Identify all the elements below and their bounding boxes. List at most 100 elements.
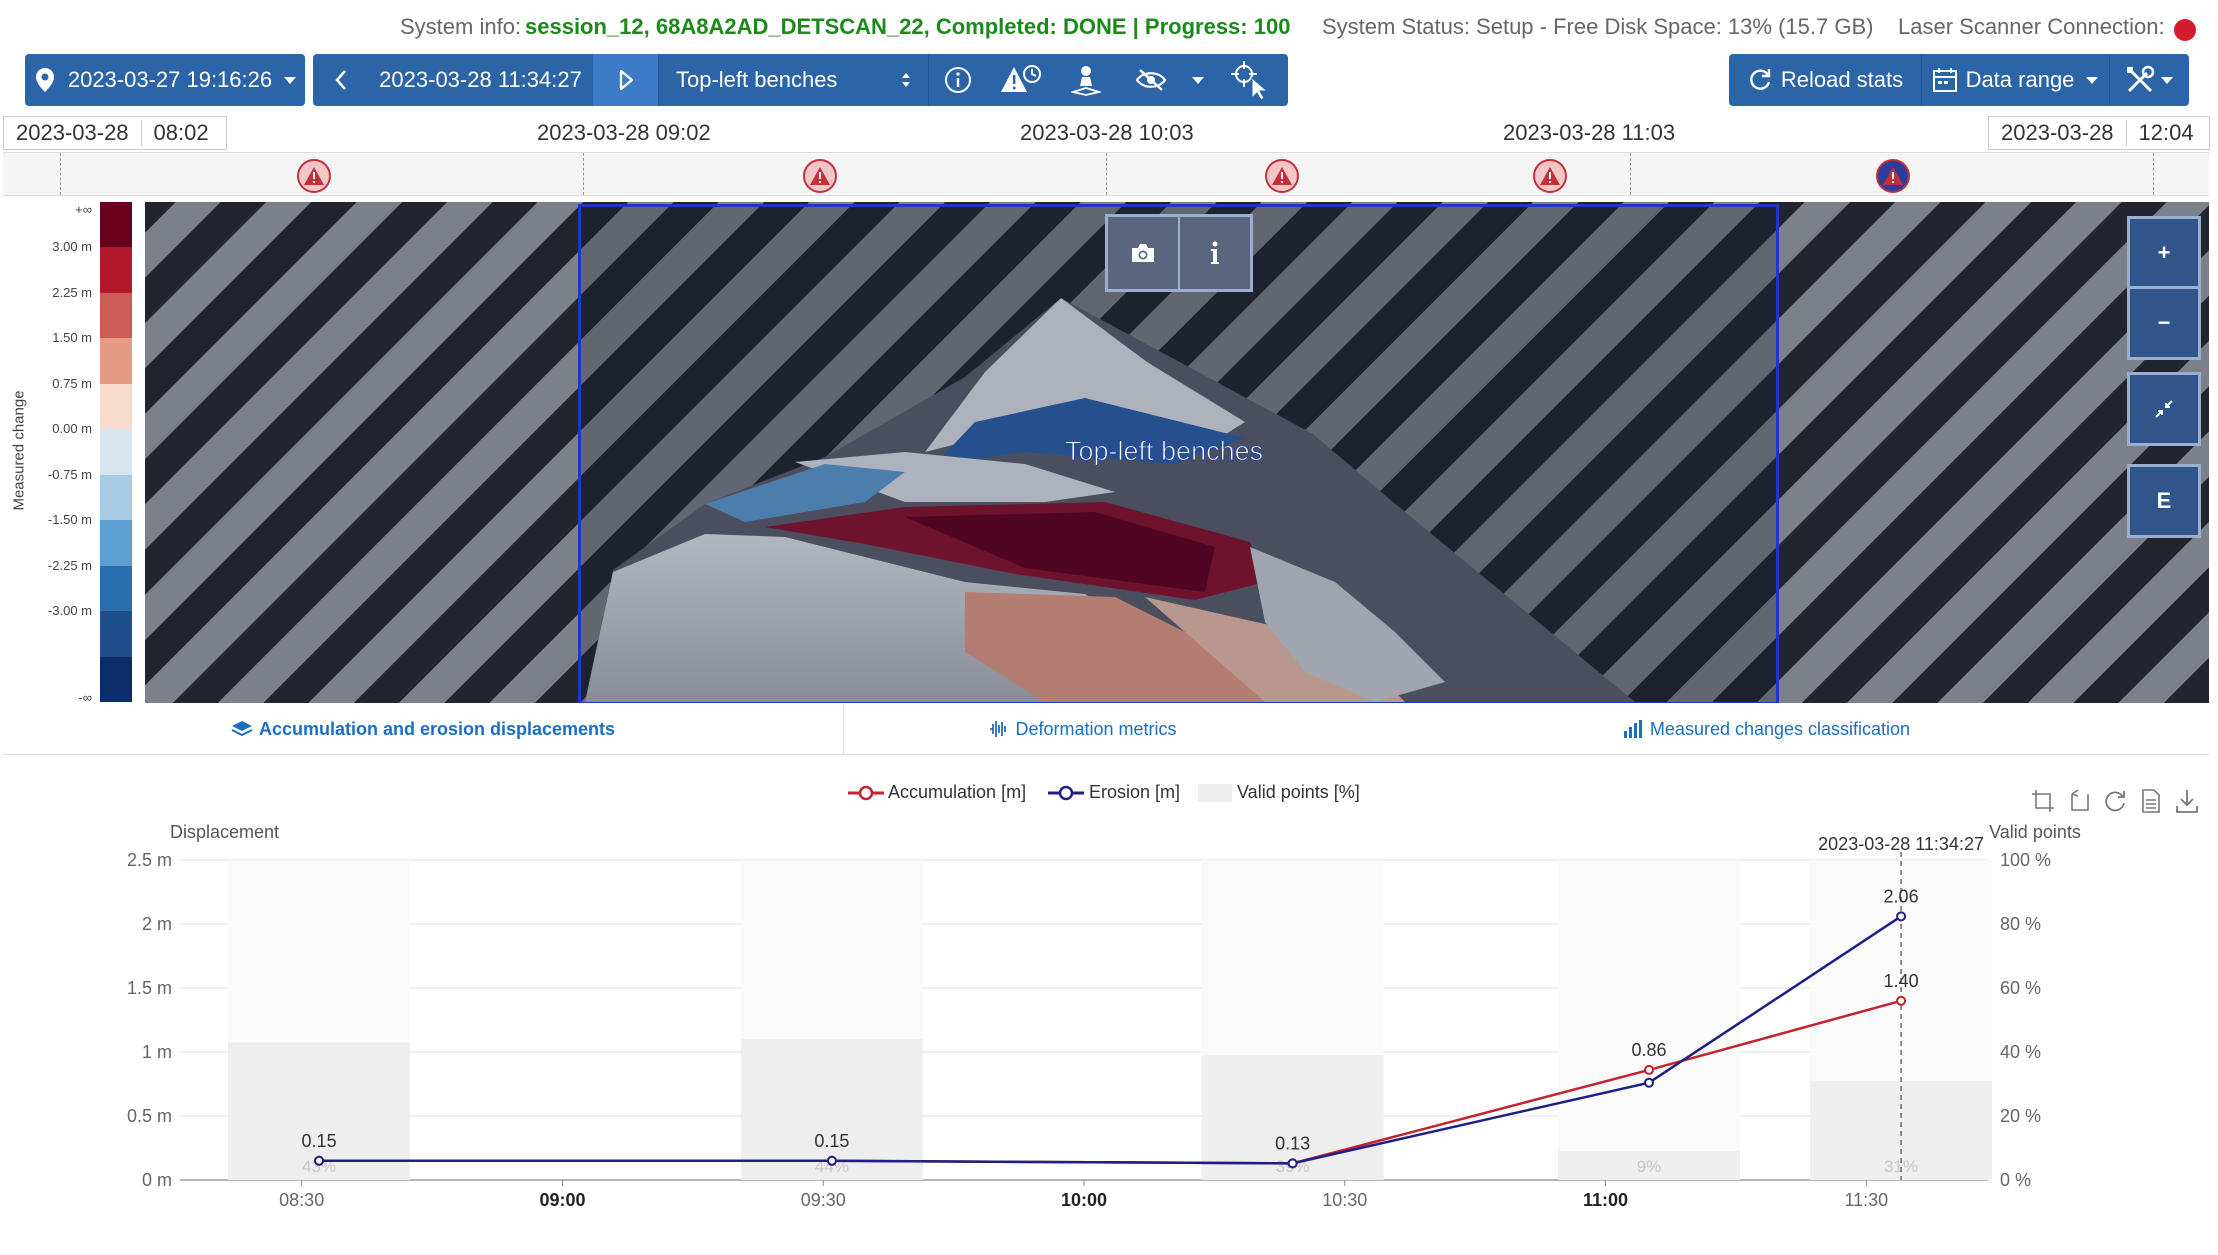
zoom-in-button[interactable]: + xyxy=(2127,216,2201,290)
restore-icon[interactable] xyxy=(2102,788,2128,814)
valid-points-label: 9% xyxy=(1637,1157,1662,1176)
erosion-point xyxy=(1287,1158,1298,1169)
color-legend-swatch xyxy=(100,611,132,658)
reload-stats-label: Reload stats xyxy=(1780,67,1904,92)
timeline-alert-marker[interactable] xyxy=(803,159,837,193)
main-toolbar: 2023-03-28 11:34:27 Top-left benches xyxy=(313,54,1288,106)
tab-deformation-metrics[interactable]: Deformation metrics xyxy=(843,704,1323,754)
timeline-start-time: 08:02 xyxy=(153,120,209,145)
map-action-group xyxy=(1105,214,1253,292)
tab-measured-changes-classification[interactable]: Measured changes classification xyxy=(1323,704,2209,754)
data-range-dropdown[interactable]: Data range xyxy=(1921,54,2109,106)
camera-icon xyxy=(1132,244,1154,262)
timeline-start-box[interactable]: 2023-03-28 08:02 xyxy=(3,116,227,150)
crosshair-cursor-icon xyxy=(1230,61,1268,100)
x-tick-label: 11:30 xyxy=(1844,1190,1888,1210)
previous-scan-button[interactable] xyxy=(313,54,368,106)
color-legend-label: 0.00 m xyxy=(52,421,92,437)
alert-clock-icon xyxy=(1000,65,1041,92)
timeline-alert-marker-selected[interactable] xyxy=(1876,159,1910,193)
zoom-reset-icon[interactable] xyxy=(2066,788,2092,814)
cursor-label: 2023-03-28 11:34:27 xyxy=(1818,834,1984,854)
system-info-bar: System info: session_12, 68A8A2AD_DETSCA… xyxy=(0,0,2218,54)
region-select[interactable]: Top-left benches xyxy=(658,54,928,106)
zoom-out-button[interactable]: − xyxy=(2127,286,2201,360)
reload-stats-button[interactable]: Reload stats xyxy=(1729,54,1921,106)
x-tick-label: 08:30 xyxy=(279,1190,324,1210)
map-view[interactable]: Top-left benches + − E xyxy=(145,202,2209,703)
alert-history-button[interactable] xyxy=(988,54,1053,106)
timeline-end-box[interactable]: 2023-03-28 12:04 xyxy=(1988,116,2210,150)
play-icon xyxy=(619,69,633,91)
data-label: 0.15 xyxy=(302,1131,337,1151)
info-button[interactable] xyxy=(928,54,988,106)
zoom-select-icon[interactable] xyxy=(2030,788,2056,814)
chevron-left-icon xyxy=(334,70,346,90)
timeline-alert-marker[interactable] xyxy=(1533,159,1567,193)
data-label: 0.13 xyxy=(1275,1133,1310,1153)
connection-status-indicator xyxy=(2174,19,2196,41)
warning-triangle-icon xyxy=(1540,167,1560,185)
color-legend-title: Measured change xyxy=(10,390,28,511)
timeline-tick-label: 2023-03-28 09:02 xyxy=(537,120,711,145)
refresh-icon xyxy=(1750,69,1771,90)
map-info-button[interactable] xyxy=(1180,217,1250,289)
erosion-point xyxy=(1644,1077,1654,1088)
color-legend-label: 3.00 m xyxy=(52,239,92,255)
data-label: 1.40 xyxy=(1884,971,1919,991)
chart-tabs: Accumulation and erosion displacements D… xyxy=(3,704,2209,755)
y-right-tick-label: 20 % xyxy=(2000,1106,2041,1126)
select-target-button[interactable] xyxy=(1213,54,1288,106)
system-status: System Status: Setup - Free Disk Space: … xyxy=(1322,14,1874,39)
legend-erosion[interactable]: Erosion [m] xyxy=(1048,782,1180,803)
y-right-tick-label: 0 % xyxy=(2000,1170,2031,1190)
start-datetime-dropdown[interactable]: 2023-03-27 19:16:26 xyxy=(25,54,305,106)
legend-valid-points[interactable]: Valid points [%] xyxy=(1198,782,1360,803)
timeline-alert-marker[interactable] xyxy=(297,159,331,193)
download-icon[interactable] xyxy=(2174,788,2200,814)
current-datetime-display[interactable]: 2023-03-28 11:34:27 xyxy=(368,54,593,106)
region-select-value: Top-left benches xyxy=(676,67,838,92)
timeline-end-date: 2023-03-28 xyxy=(1989,120,2127,146)
color-legend-label: +∞ xyxy=(75,202,92,217)
chevron-down-icon xyxy=(284,76,297,84)
color-legend-swatch xyxy=(100,474,132,521)
accumulation-point xyxy=(1644,1064,1654,1075)
visibility-toggle-button[interactable] xyxy=(1118,54,1183,106)
warning-triangle-icon xyxy=(1272,167,1292,185)
bar-chart-icon xyxy=(1623,720,1642,738)
legend-label: Erosion [m] xyxy=(1089,782,1181,802)
color-legend-swatch xyxy=(100,429,132,476)
visibility-options-dropdown[interactable] xyxy=(1183,54,1213,106)
color-legend-label: -0.75 m xyxy=(47,466,92,482)
tools-dropdown[interactable] xyxy=(2109,54,2189,106)
layers-icon xyxy=(231,721,253,737)
color-legend-title-wrap: Measured change xyxy=(4,202,32,702)
next-scan-button[interactable] xyxy=(593,54,658,106)
timeline-alert-marker[interactable] xyxy=(1265,159,1299,193)
y-tick-label: 0.5 m xyxy=(127,1106,172,1126)
data-view-icon[interactable] xyxy=(2138,788,2164,814)
fit-view-button[interactable] xyxy=(2127,372,2201,446)
color-legend-swatch xyxy=(100,656,132,703)
color-legend-swatch xyxy=(100,292,132,339)
bar-background xyxy=(1558,860,1740,1180)
extent-button[interactable]: E xyxy=(2127,464,2201,538)
location-person-button[interactable] xyxy=(1053,54,1118,106)
x-tick-label: 10:00 xyxy=(1061,1190,1107,1210)
tab-accumulation-erosion[interactable]: Accumulation and erosion displacements xyxy=(3,704,844,754)
tab-label: Accumulation and erosion displacements xyxy=(258,718,616,739)
y-axis-title: Displacement xyxy=(170,822,279,842)
timeline-track[interactable] xyxy=(3,152,2209,196)
legend-accumulation[interactable]: Accumulation [m] xyxy=(848,782,1026,803)
x-tick-label: 10:30 xyxy=(1322,1190,1367,1210)
data-label: 0.86 xyxy=(1631,1040,1666,1060)
person-pin-icon xyxy=(1070,66,1101,96)
color-legend-label: 0.75 m xyxy=(52,375,92,391)
snapshot-button[interactable] xyxy=(1108,217,1180,289)
erosion-line-icon xyxy=(1048,786,1084,801)
system-info-label: System info: xyxy=(400,14,522,39)
eye-slash-icon xyxy=(1135,69,1166,91)
x-tick-label: 09:30 xyxy=(801,1190,846,1210)
data-range-label: Data range xyxy=(1965,67,2075,92)
